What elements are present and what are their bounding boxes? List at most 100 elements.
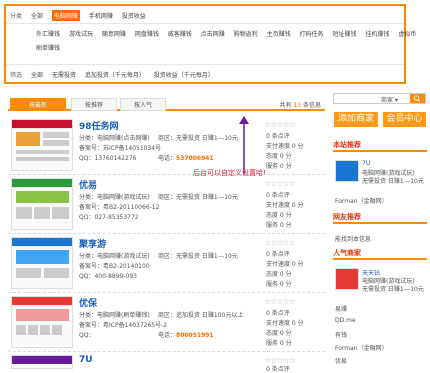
review-count[interactable]: 0 条点评 (266, 308, 290, 317)
review-count[interactable]: 0 条点评 (266, 131, 290, 140)
sidebar-section-title: 网友推荐 (333, 212, 427, 224)
sidebar-section-title: 人气商家 (333, 248, 427, 260)
search-icon (413, 95, 421, 102)
total-suffix: 条信息 (302, 102, 321, 109)
sub-category-item[interactable]: 随意网赚 (102, 29, 126, 38)
filter-all-link[interactable]: 全部 (31, 11, 43, 20)
site-icp: 备案号：粤B2-20110066-12 (79, 204, 160, 211)
service: 服务 0 分 (266, 222, 292, 229)
site-thumbnail[interactable] (11, 119, 73, 171)
category-filter-panel: 分类 全部 电脑网赚 手机网赚 投资收益 外汇赚钱 游戏试玩 随意网赚 网盘赚钱… (4, 4, 416, 84)
pay-speed: 支付速度 0 分 (266, 261, 304, 268)
site-qq: QQ：027-85353772 (79, 214, 139, 221)
filter-item-mobile-earn[interactable]: 手机网赚 (89, 11, 113, 20)
merchant-name[interactable]: DD.me (335, 317, 356, 324)
list-item[interactable]: 优保 分类：电脑网赚(刷单赚钱) 备案号：粤ICP备14037265号-2 QQ… (8, 293, 325, 351)
site-name[interactable]: 聚享游 (79, 237, 106, 250)
site-thumbnail[interactable] (11, 178, 73, 230)
sub-category-item[interactable]: 刷单赚钱 (36, 43, 60, 52)
search-button[interactable] (410, 94, 425, 103)
search-type-select[interactable]: 商家 ▾ (381, 95, 398, 104)
list-item[interactable]: 7U ☆☆☆☆☆ 0 条点评 (8, 352, 325, 373)
site-category: 分类：电脑网赚(游戏试玩) (79, 194, 150, 201)
site-qq: QQ：13760142276 (79, 155, 137, 162)
sub-category-item[interactable]: 虚拟币 (398, 29, 416, 38)
sub-category-item[interactable]: 主页赚钱 (267, 29, 291, 38)
tab-newest[interactable]: 按最新 (10, 98, 66, 111)
filter-category-label: 分类 (10, 13, 23, 20)
review-count[interactable]: 0 条点评 (266, 249, 290, 258)
total-prefix: 共有 (279, 102, 292, 109)
sub-category-item[interactable]: 网盘赚钱 (135, 29, 159, 38)
sub-category-item[interactable]: 游戏试玩 (69, 29, 93, 38)
list-item[interactable]: 98任务网 分类：电脑网赚(点击网赚) 备案号：苏ICP备14051034号 Q… (8, 116, 325, 174)
attitude: 态度 0 分 (266, 153, 292, 160)
review-count[interactable]: 0 条点评 (266, 190, 290, 199)
merchant-thumbnail[interactable] (335, 160, 359, 182)
sub-category-item[interactable]: 打码任务 (300, 29, 324, 38)
pay-speed: 支付速度 0 分 (266, 320, 304, 327)
site-zone: 商区：无需投资 日赚1---10元 (158, 253, 238, 260)
tab-recommended[interactable]: 按推荐 (71, 98, 117, 111)
sub-category-item[interactable]: 威客赚钱 (168, 29, 192, 38)
custom-setting-note: 后台可以自定义设置哈! (193, 169, 266, 177)
total-count: 共有 13 条信息 (279, 100, 321, 109)
site-qq: QQ： (79, 332, 95, 339)
rating-stars-icon: ☆☆☆☆☆ (264, 120, 296, 129)
site-icp: 备案号：苏ICP备14051034号 (79, 145, 162, 152)
site-category: 分类：电脑网赚(点击网赚) (79, 135, 150, 142)
tab-popular[interactable]: 按人气 (120, 98, 166, 111)
merchant-name[interactable]: Forman（金融网） (335, 196, 388, 205)
service: 服务 0 分 (266, 340, 292, 347)
sub-category-item[interactable]: 点击网赚 (201, 29, 225, 38)
site-name[interactable]: 优保 (79, 296, 97, 309)
service: 服务 0 分 (266, 163, 292, 170)
site-icp: 备案号：粤ICP备14037265号-2 (79, 322, 168, 329)
filter-item-invest-income[interactable]: 投资收益（千元每月） (154, 70, 214, 79)
total-number: 13 (293, 102, 302, 109)
site-name[interactable]: 98任务网 (79, 119, 119, 132)
pay-speed: 支付速度 0 分 (266, 143, 304, 150)
merchant-name[interactable]: 有钱 (335, 330, 347, 339)
phone-label: 电话： (158, 155, 177, 162)
sub-category-item[interactable]: 短址赚钱 (332, 29, 356, 38)
site-name[interactable]: 优易 (79, 178, 97, 191)
filter-item-investment[interactable]: 投资收益 (122, 11, 146, 20)
user-rec-item[interactable]: 能找到本信息 (335, 234, 371, 243)
site-phone: 800051991 (176, 332, 214, 339)
rating-stars-icon: ☆☆☆☆☆ (264, 179, 296, 188)
list-item[interactable]: 优易 分类：电脑网赚(游戏试玩) 备案号：粤B2-20110066-12 QQ：… (8, 175, 325, 233)
filter-all-link[interactable]: 全部 (31, 70, 43, 79)
sidebar-section-title: 本站推荐 (333, 140, 427, 152)
phone-label: 电话： (158, 332, 177, 339)
merchant-name[interactable]: 7U (362, 160, 370, 167)
site-name[interactable]: 7U (79, 355, 93, 365)
search-input[interactable] (336, 96, 376, 103)
filter-item-no-invest[interactable]: 无需投资 (52, 70, 76, 79)
review-count[interactable]: 0 条点评 (266, 364, 290, 373)
merchant-zone: 无需投资 日赚1---10元 (362, 178, 424, 185)
merchant-name[interactable]: 优易 (335, 356, 347, 365)
attitude: 态度 0 分 (266, 212, 292, 219)
site-thumbnail[interactable] (11, 237, 73, 289)
site-zone: 商区：无需投资 日赚1---10元 (158, 135, 238, 142)
site-icp: 备案号：粤B2-20140100 (79, 263, 150, 270)
merchant-name[interactable]: Forman（金融网） (335, 343, 388, 352)
search-type-value: 商家 (381, 97, 394, 104)
sub-category-item[interactable]: 挂机赚钱 (365, 29, 389, 38)
merchant-name[interactable]: 易赚 (335, 304, 347, 313)
site-thumbnail[interactable] (11, 296, 73, 348)
attitude: 态度 0 分 (266, 330, 292, 337)
member-center-button[interactable]: 会员中心 (383, 112, 426, 127)
sort-tabs: 按最新 按推荐 按人气 共有 13 条信息 (8, 97, 325, 111)
sub-category-item[interactable]: 购物返利 (234, 29, 258, 38)
list-item[interactable]: 聚享游 分类：电脑网赚(游戏试玩) 备案号：粤B2-20140100 QQ：40… (8, 234, 325, 292)
filter-item-add-invest[interactable]: 追加投资（千元每月） (85, 70, 145, 79)
sub-category-item[interactable]: 外汇赚钱 (36, 29, 60, 38)
add-merchant-button[interactable]: 添加商家 (334, 112, 378, 127)
merchant-thumbnail[interactable] (335, 268, 359, 290)
site-phone: 537006941 (176, 155, 214, 162)
site-zone: 商区：无需投资 日赚1---10元 (158, 194, 238, 201)
rating-stars-icon: ☆☆☆☆☆ (264, 297, 296, 306)
filter-item-pc-earn[interactable]: 电脑网赚 (51, 10, 80, 21)
